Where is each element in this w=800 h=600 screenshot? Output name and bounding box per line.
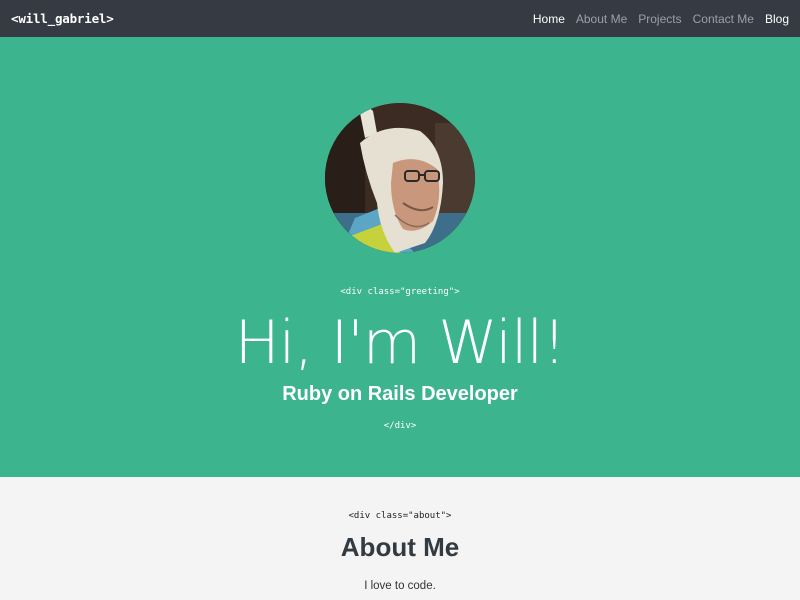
about-section: <div class="about"> About Me I love to c…	[0, 477, 800, 600]
about-text: I love to code.	[364, 580, 436, 592]
about-open-tag: <div class="about">	[348, 511, 452, 521]
nav-link-projects[interactable]: Projects	[638, 12, 681, 26]
brand-link[interactable]: <will_gabriel>	[11, 11, 114, 26]
avatar-photo	[325, 103, 475, 253]
greeting-close-tag: </div>	[383, 421, 417, 431]
navbar: <will_gabriel> Home About Me Projects Co…	[0, 0, 800, 37]
greeting-open-tag: <div class="greeting">	[340, 287, 460, 297]
hero-subtitle: Ruby on Rails Developer	[282, 383, 518, 405]
about-title: About Me	[340, 532, 460, 562]
nav-link-home[interactable]: Home	[533, 12, 565, 26]
hero-title: Hi, I'm Will!	[234, 308, 567, 378]
avatar	[325, 103, 475, 253]
nav-links: Home About Me Projects Contact Me Blog	[522, 12, 789, 26]
nav-link-blog[interactable]: Blog	[765, 12, 789, 26]
nav-link-contact[interactable]: Contact Me	[693, 12, 754, 26]
hero-section: <div class="greeting"> Hi, I'm Will! Rub…	[0, 37, 800, 477]
nav-link-about[interactable]: About Me	[576, 12, 627, 26]
